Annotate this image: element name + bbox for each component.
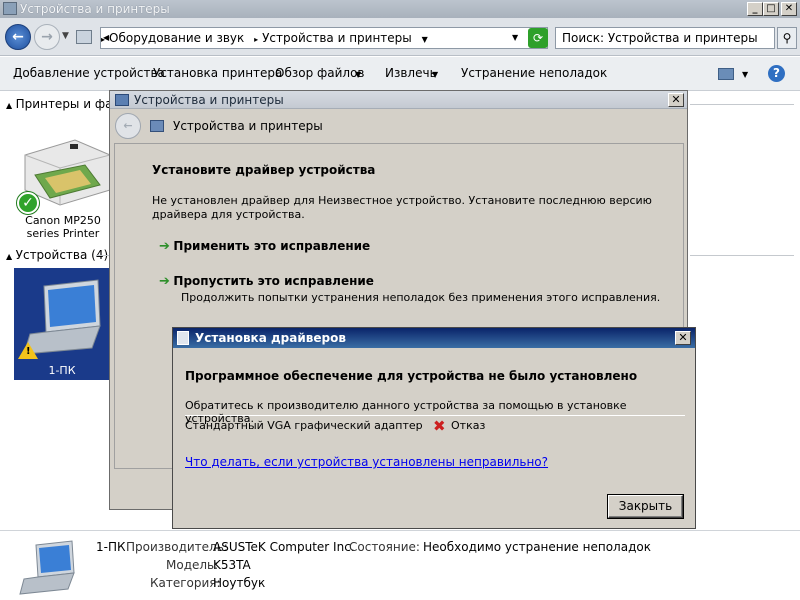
breadcrumb-item[interactable]: ▸ Оборудование и звук ▸ Устройства и принт… xyxy=(101,31,428,45)
refresh-button[interactable]: ⟳ xyxy=(528,28,548,48)
green-arrow-icon: ➔ xyxy=(159,239,170,254)
driver-install-heading: Программное обеспечение для устройства н… xyxy=(185,369,638,383)
troubleshooter-window-icon xyxy=(115,94,129,106)
search-icon: ⚲ xyxy=(782,31,792,45)
green-arrow-icon: ➔ xyxy=(159,274,170,289)
driver-install-title: Установка драйверов xyxy=(195,331,346,345)
window-titlebar: Устройства и принтеры _ □ ✕ xyxy=(0,0,800,18)
troubleshooter-close-button[interactable]: ✕ xyxy=(668,93,684,107)
navigation-bar: ← → ▼ ◀ ▸ Оборудование и звук ▸ Устройства… xyxy=(0,18,800,56)
breadcrumb-arrow-icon: ▸ xyxy=(254,35,259,44)
troubleshooter-title: Устройства и принтеры xyxy=(134,93,284,107)
browse-files-dropdown-icon[interactable]: ▼ xyxy=(355,70,361,79)
collapse-arrow-icon: ▲ xyxy=(6,101,13,110)
add-device-button[interactable]: Добавление устройства xyxy=(13,66,165,80)
status-label: Состояние: xyxy=(349,540,420,554)
close-button[interactable]: ✕ xyxy=(781,2,797,16)
breadcrumb-dropdown-icon[interactable]: ▼ xyxy=(422,35,428,44)
error-icon: ✖ xyxy=(433,417,446,435)
status-value: Необходимо устранение неполадок xyxy=(423,540,651,554)
address-dropdown-icon[interactable]: ▼ xyxy=(512,33,518,42)
control-panel-icon xyxy=(76,30,92,44)
skip-fix-label: Пропустить это исправление xyxy=(173,274,374,288)
troubleshooter-heading: Установите драйвер устройства xyxy=(152,163,376,177)
devices-group-divider-right xyxy=(690,255,794,256)
device-name: Стандартный VGA графический адаптер xyxy=(185,419,423,432)
window-title: Устройства и принтеры xyxy=(20,2,170,16)
model-value: K53TA xyxy=(213,558,251,572)
troubleshooter-titlebar: Устройства и принтеры ✕ xyxy=(110,91,687,109)
maximize-button[interactable]: □ xyxy=(763,2,779,16)
view-dropdown-icon[interactable]: ▼ xyxy=(742,70,748,79)
troubleshooter-header-icon xyxy=(150,120,164,132)
refresh-icon: ⟳ xyxy=(532,31,544,45)
breadcrumb-label: Оборудование и звук xyxy=(109,31,245,45)
skip-fix-option[interactable]: ➔ Пропустить это исправление Продолжить … xyxy=(159,274,660,304)
browse-files-button[interactable]: Обзор файлов xyxy=(275,66,365,80)
model-label: Модель: xyxy=(166,558,219,572)
breadcrumb-label: Устройства и принтеры xyxy=(262,31,412,45)
eject-dropdown-icon[interactable]: ▼ xyxy=(432,70,438,79)
details-pane: 1-ПК Производитель: ASUSTeK Computer Inc… xyxy=(0,530,800,600)
driver-install-titlebar: Установка драйверов ✕ xyxy=(173,328,695,348)
forward-button[interactable]: → xyxy=(34,24,60,50)
close-dialog-button[interactable]: Закрыть xyxy=(607,494,684,519)
troubleshoot-button[interactable]: Устранение неполадок xyxy=(461,66,607,80)
eject-button[interactable]: Извлечь xyxy=(385,66,437,80)
add-printer-button[interactable]: Установка принтера xyxy=(153,66,282,80)
view-options-icon[interactable] xyxy=(718,68,734,80)
printer-device[interactable]: ✓ Canon MP250 series Printer xyxy=(15,120,115,240)
computer-label: 1-ПК xyxy=(48,364,76,377)
devices-group-header[interactable]: ▲ Устройства (4) xyxy=(6,248,108,262)
category-label: Категория: xyxy=(150,576,221,590)
search-input[interactable]: Поиск: Устройства и принтеры xyxy=(555,27,775,49)
category-value: Ноутбук xyxy=(213,576,266,590)
device-row: Стандартный VGA графический адаптер ✖ От… xyxy=(185,417,685,435)
help-icon[interactable]: ? xyxy=(768,65,785,82)
command-bar: Добавление устройства Установка принтера… xyxy=(0,57,800,91)
device-status: Отказ xyxy=(451,419,486,432)
printers-group-divider xyxy=(690,104,794,105)
devices-group-label: Устройства (4) xyxy=(15,248,109,262)
driver-install-close-button[interactable]: ✕ xyxy=(675,331,691,345)
forward-arrow-icon: → xyxy=(41,29,53,45)
apply-fix-label: Применить это исправление xyxy=(173,239,371,253)
recent-pages-icon[interactable]: ▼ xyxy=(62,31,69,41)
troubleshooter-description: Не установлен драйвер для Неизвестное ус… xyxy=(152,194,652,221)
manufacturer-value: ASUSTeK Computer Inc. xyxy=(213,540,355,554)
skip-fix-description: Продолжить попытки устранения неполадок … xyxy=(181,291,661,304)
minimize-button[interactable]: _ xyxy=(747,2,763,16)
computer-device[interactable]: ! 1-ПК xyxy=(14,268,110,380)
help-link[interactable]: Что делать, если устройства установлены … xyxy=(185,455,548,469)
troubleshooter-back-button[interactable]: ← xyxy=(115,113,141,139)
details-device-name: 1-ПК xyxy=(96,540,126,554)
apply-fix-option[interactable]: ➔ Применить это исправление xyxy=(159,239,370,254)
collapse-arrow-icon: ▲ xyxy=(6,252,13,261)
back-arrow-icon: ← xyxy=(12,29,24,45)
warning-mark: ! xyxy=(26,346,31,357)
address-bar[interactable]: ◀ ▸ Оборудование и звук ▸ Устройства и при… xyxy=(100,27,548,49)
back-button[interactable]: ← xyxy=(5,24,31,50)
back-arrow-icon: ← xyxy=(123,119,133,132)
driver-window-icon xyxy=(177,331,189,345)
status-ok-icon: ✓ xyxy=(17,192,39,214)
driver-install-dialog: Установка драйверов ✕ Программное обеспе… xyxy=(172,327,696,529)
window-icon xyxy=(3,2,17,15)
devices-group-divider-left xyxy=(96,255,110,256)
troubleshooter-header: Устройства и принтеры xyxy=(173,119,323,133)
laptop-icon xyxy=(19,540,75,595)
breadcrumb-arrow-icon: ▸ xyxy=(101,35,106,44)
printer-label: Canon MP250 series Printer xyxy=(25,214,101,240)
search-button[interactable]: ⚲ xyxy=(777,27,797,49)
driver-install-divider xyxy=(185,415,685,416)
